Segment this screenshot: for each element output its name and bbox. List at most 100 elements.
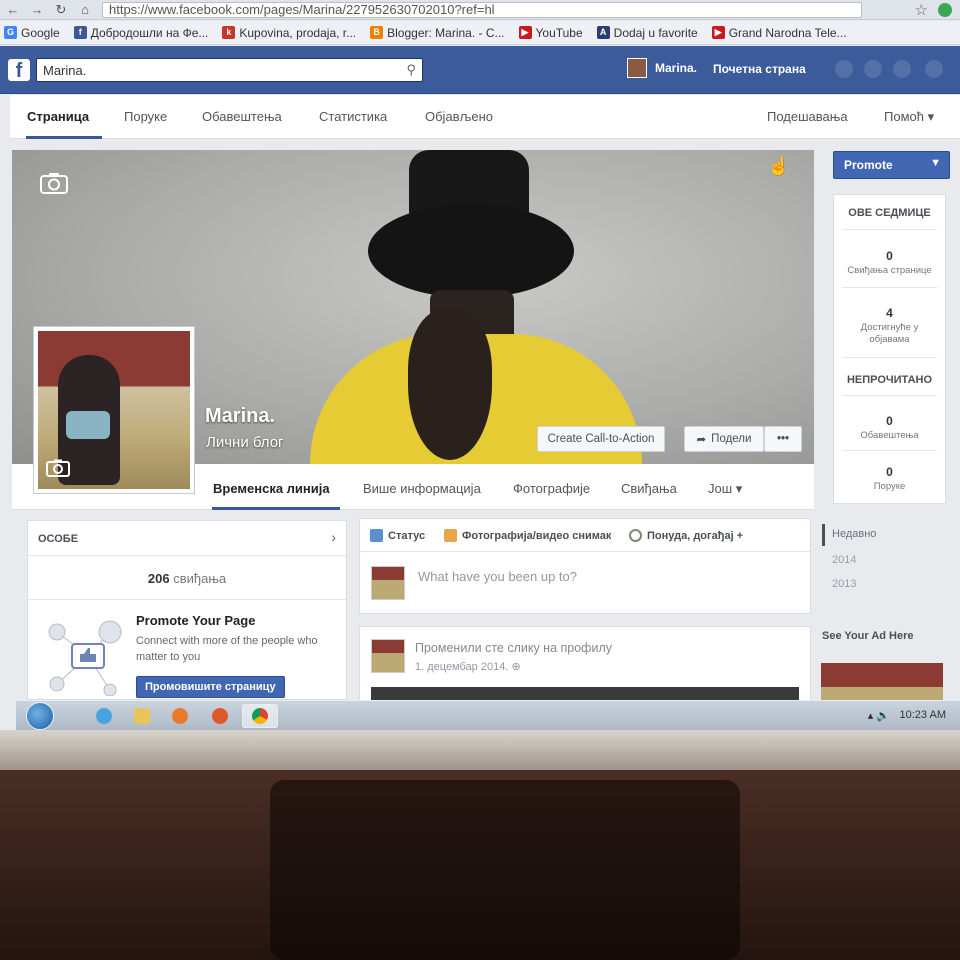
bookmark-google[interactable]: G Google [4, 26, 60, 40]
post-reach-count[interactable]: 4 [834, 306, 945, 320]
user-profile-link[interactable]: Marina. [627, 58, 697, 78]
tab-settings[interactable]: Подешавања [767, 109, 848, 124]
chrome-app[interactable] [242, 704, 278, 728]
camera-icon[interactable] [46, 459, 70, 477]
weekly-stats-panel: ОВЕ СЕДМИЦЕ 0 Свиђања странице 4 Достигн… [833, 194, 946, 504]
promote-page-button[interactable]: Промовишите страницу [136, 676, 285, 698]
tab-photos[interactable]: Фотографије [513, 481, 590, 496]
tab-notifications[interactable]: Обавештења [202, 109, 282, 124]
volume-icon[interactable]: ▴ 🔈 [868, 709, 890, 722]
page-category: Лични блог [206, 434, 284, 451]
unread-heading: НЕПРОЧИТАНО [846, 374, 933, 386]
notifications-icon[interactable] [893, 60, 911, 78]
year-2014[interactable]: 2014 [832, 554, 856, 566]
bookmark-grand[interactable]: ▶ Grand Narodna Tele... [711, 26, 847, 40]
create-call-to-action-button[interactable]: Create Call-to-Action [537, 426, 665, 452]
tab-about[interactable]: Више информација [363, 481, 481, 496]
bookmark-star-icon[interactable]: ☆ [915, 1, 928, 19]
notifications-label: Обавештења [860, 430, 919, 441]
reload-icon[interactable]: ↻ [54, 2, 68, 18]
explorer-app[interactable] [124, 704, 160, 728]
share-button[interactable]: ➦ Подели [684, 426, 764, 452]
clock[interactable]: 10:23 AM [900, 709, 946, 721]
blogger-icon: B [370, 26, 384, 39]
status-input[interactable]: What have you been up to? [418, 569, 577, 584]
post-reach-label: Достигнуће у објавама [860, 322, 919, 345]
home-icon[interactable]: ⌂ [78, 2, 92, 17]
promote-thumbs-up-icon [48, 620, 122, 696]
profile-picture[interactable] [33, 326, 195, 494]
facebook-logo-icon[interactable]: f [8, 59, 30, 82]
page-admin-nav: Страница Поруке Обавештења Статистика Об… [10, 95, 960, 139]
avatar [371, 566, 405, 600]
avatar [627, 58, 647, 78]
pencil-icon [370, 529, 383, 542]
media-player-icon [172, 708, 188, 724]
people-heading[interactable]: ОСОБЕ [38, 533, 78, 545]
chevron-down-icon: ▼ [930, 157, 941, 169]
bookmark-facebook[interactable]: f Добродошли на Фе... [73, 26, 208, 40]
tab-more[interactable]: Још ▾ [708, 481, 742, 497]
ie-app[interactable] [86, 704, 122, 728]
monitor-screen: ← → ↻ ⌂ https://www.facebook.com/pages/M… [0, 0, 960, 730]
divider [842, 357, 937, 358]
favorites-icon: A [596, 26, 610, 39]
windows-taskbar: ▴ 🔈 10:23 AM [16, 700, 960, 730]
messages-label: Поруке [873, 481, 906, 492]
divider [842, 450, 937, 451]
divider [28, 599, 346, 600]
start-button[interactable] [26, 702, 54, 730]
back-icon[interactable]: ← [6, 2, 20, 17]
photo-icon [444, 529, 457, 542]
friend-requests-icon[interactable] [835, 60, 853, 78]
page-title[interactable]: Marina. [205, 405, 275, 428]
notifications-count[interactable]: 0 [834, 414, 945, 428]
messages-icon[interactable] [864, 60, 882, 78]
divider [842, 229, 937, 230]
post-date[interactable]: 1. децембар 2014. ⊕ [415, 660, 521, 673]
hat-brim-shape [368, 204, 574, 298]
home-link[interactable]: Почетна страна [713, 62, 806, 76]
camera-icon[interactable] [40, 172, 68, 194]
promote-button[interactable]: Promote ▼ [833, 151, 950, 179]
forward-icon[interactable]: → [30, 2, 44, 17]
page-likes-count[interactable]: 0 [834, 249, 945, 263]
search-input[interactable]: Marina. ⚲ [36, 58, 423, 82]
this-week-heading: ОВЕ СЕДМИЦЕ [848, 207, 931, 219]
year-recent[interactable]: Недавно [832, 528, 876, 540]
bookmark-blogger[interactable]: B Blogger: Marina. - C... [370, 26, 505, 40]
post-composer: Статус Фотографија/видео снимак Понуда, … [359, 518, 811, 614]
bookmark-favorites[interactable]: A Dodaj u favorite [596, 26, 698, 40]
address-bar[interactable]: https://www.facebook.com/pages/Marina/22… [102, 1, 862, 18]
chevron-right-icon[interactable]: › [331, 529, 336, 545]
extension-icon[interactable] [938, 2, 952, 17]
people-panel: ОСОБЕ › 206 свиђања Promote Your Page Co… [27, 520, 347, 700]
see-your-ad-heading[interactable]: See Your Ad Here [822, 630, 914, 642]
status-tab[interactable]: Статус [370, 529, 425, 542]
post-title[interactable]: Променили сте слику на профилу [415, 641, 612, 655]
search-icon[interactable]: ⚲ [406, 62, 416, 78]
media-player-app[interactable] [162, 704, 198, 728]
tab-published[interactable]: Објављено [425, 109, 493, 124]
settings-icon[interactable] [925, 60, 943, 78]
ad-preview-image[interactable] [821, 663, 943, 703]
more-options-button[interactable]: ••• [764, 426, 802, 452]
photo-video-tab[interactable]: Фотографија/видео снимак [444, 529, 611, 542]
tab-page[interactable]: Страница [27, 109, 89, 124]
ponytail-shape [408, 310, 492, 460]
tab-messages[interactable]: Поруке [124, 109, 167, 124]
bookmark-kupovina[interactable]: k Kupovina, prodaja, r... [222, 26, 356, 40]
bookmark-youtube[interactable]: ▶ YouTube [518, 26, 583, 40]
messages-count[interactable]: 0 [834, 465, 945, 479]
tab-timeline[interactable]: Временска линија [213, 481, 330, 496]
youtube-icon: ▶ [518, 26, 532, 39]
tab-insights[interactable]: Статистика [319, 109, 387, 124]
year-2013[interactable]: 2013 [832, 578, 856, 590]
tab-likes[interactable]: Свиђања [621, 481, 677, 496]
page-likes-total[interactable]: 206 свиђања [28, 571, 346, 586]
offer-event-tab[interactable]: Понуда, догађај + [629, 529, 743, 542]
avatar[interactable] [371, 639, 405, 673]
facebook-top-bar: f Marina. ⚲ Marina. Почетна страна [0, 46, 960, 94]
firefox-app[interactable] [202, 704, 238, 728]
help-menu[interactable]: Помоћ ▾ [884, 109, 934, 125]
